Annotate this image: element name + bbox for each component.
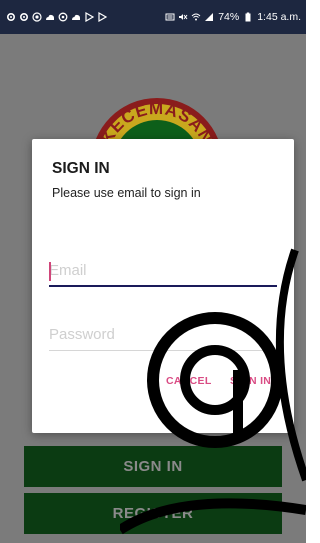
dialog-subtitle: Please use email to sign in	[52, 186, 201, 200]
dialog-title: SIGN IN	[52, 160, 110, 177]
status-bar: 74% 1:45 a.m.	[0, 0, 306, 34]
email-field[interactable]	[49, 255, 277, 287]
circle-icon	[58, 12, 68, 22]
battery-icon	[245, 12, 251, 22]
play-store-icon	[98, 12, 107, 22]
cloud-icon	[72, 14, 80, 20]
gear-icon	[19, 12, 29, 22]
battery-percent: 74%	[218, 11, 240, 23]
sign-in-dialog: SIGN IN Please use email to sign in CANC…	[32, 139, 294, 433]
wifi-icon	[191, 13, 201, 21]
text-cursor	[49, 262, 51, 281]
system-status: 74% 1:45 a.m.	[165, 11, 301, 23]
browser-icon	[32, 12, 42, 22]
signal-box-icon	[165, 13, 175, 21]
app-register-button[interactable]: REGISTER	[24, 493, 282, 534]
sign-in-button[interactable]: SIGN IN	[230, 375, 271, 387]
notification-icons	[6, 12, 107, 22]
app-sign-in-button[interactable]: SIGN IN	[24, 446, 282, 487]
clock: 1:45 a.m.	[257, 11, 301, 23]
gear-icon	[6, 12, 16, 22]
password-field[interactable]	[49, 319, 277, 351]
cell-signal-icon	[205, 13, 214, 21]
cloud-icon	[46, 14, 54, 20]
play-store-icon	[85, 12, 94, 22]
cancel-button[interactable]: CANCEL	[166, 375, 212, 387]
mute-icon	[179, 14, 188, 20]
